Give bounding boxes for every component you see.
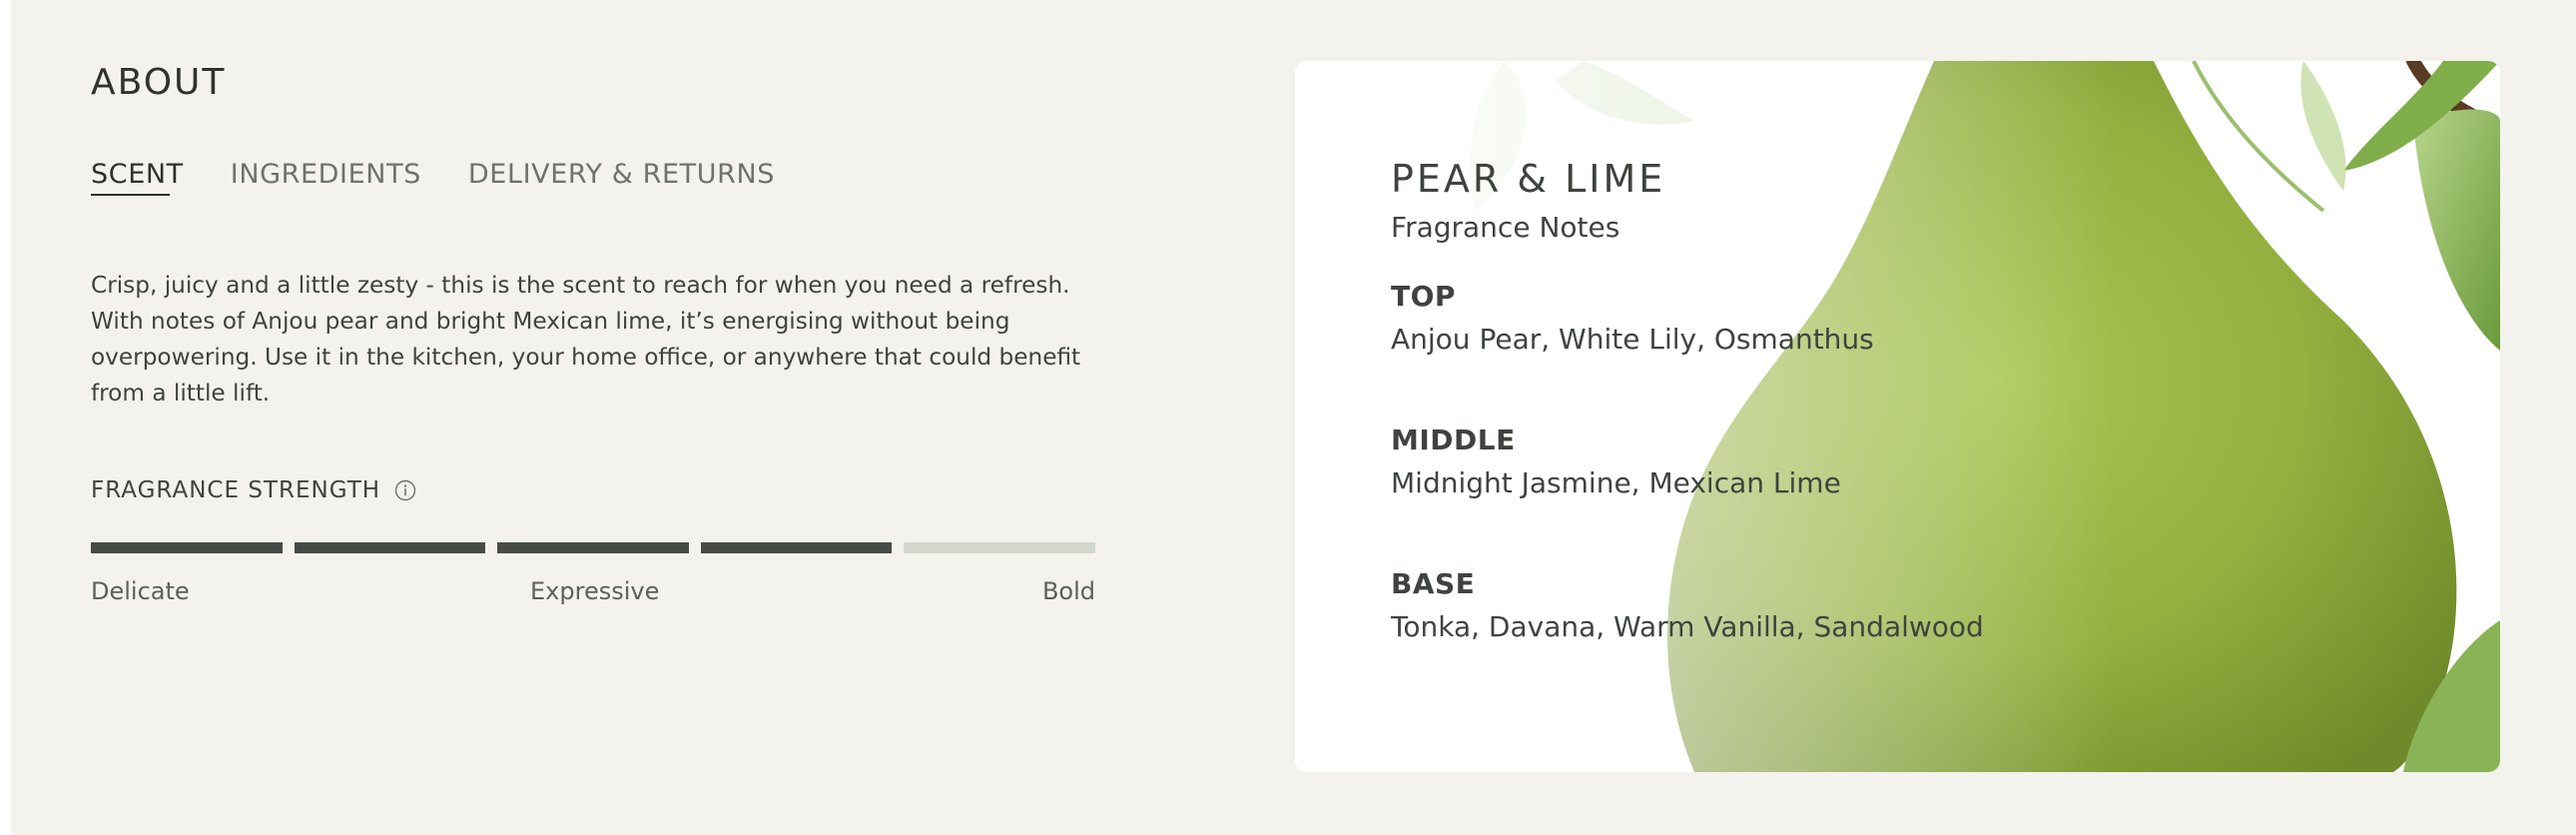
tab-label: DELIVERY & RETURNS: [467, 159, 776, 190]
strength-meter: [91, 542, 1095, 553]
scale-label-bold: Bold: [1041, 577, 1095, 605]
strength-segment: [497, 542, 689, 553]
info-circle-icon[interactable]: [394, 479, 416, 501]
note-value: Anjou Pear, White Lily, Osmanthus: [1391, 323, 1874, 356]
strength-segment: [904, 542, 1095, 553]
fragrance-strength-header: FRAGRANCE STRENGTH: [91, 477, 416, 503]
active-tab-underline: [91, 194, 170, 196]
note-middle: MIDDLE Midnight Jasmine, Mexican Lime: [1391, 423, 1984, 499]
notes-content: PEAR & LIME Fragrance Notes TOP Anjou Pe…: [1391, 157, 1984, 643]
note-heading: TOP: [1391, 280, 1456, 313]
tab-bar: SCENT INGREDIENTS DELIVERY & RETURNS: [91, 159, 822, 196]
note-heading: MIDDLE: [1391, 423, 1516, 456]
strength-segment: [294, 542, 486, 553]
note-value: Tonka, Davana, Warm Vanilla, Sandalwood: [1391, 610, 1984, 643]
section-title: ABOUT: [91, 62, 227, 103]
tab-ingredients[interactable]: INGREDIENTS: [231, 159, 421, 190]
scale-label-delicate: Delicate: [91, 577, 190, 605]
note-base: BASE Tonka, Davana, Warm Vanilla, Sandal…: [1391, 567, 1984, 643]
tab-label: INGREDIENTS: [230, 159, 421, 190]
fragrance-strength-label: FRAGRANCE STRENGTH: [91, 477, 381, 503]
note-top: TOP Anjou Pear, White Lily, Osmanthus: [1391, 280, 1984, 356]
fragrance-name: PEAR & LIME: [1391, 157, 1666, 201]
note-heading: BASE: [1391, 567, 1476, 600]
about-section: ABOUT SCENT INGREDIENTS DELIVERY & RETUR…: [11, 0, 2576, 835]
strength-segment: [700, 542, 893, 553]
strength-segment: [91, 542, 283, 553]
fragrance-notes-card: PEAR & LIME Fragrance Notes TOP Anjou Pe…: [1295, 61, 2500, 772]
tab-delivery-returns[interactable]: DELIVERY & RETURNS: [468, 159, 775, 190]
tab-label: SCENT: [91, 159, 184, 190]
note-value: Midnight Jasmine, Mexican Lime: [1391, 466, 1841, 499]
scent-description: Crisp, juicy and a little zesty - this i…: [91, 272, 1081, 407]
strength-scale-labels: Delicate Expressive Bold: [91, 577, 1095, 611]
scale-label-expressive: Expressive: [530, 577, 660, 605]
fragrance-notes-subtitle: Fragrance Notes: [1391, 211, 1620, 244]
tab-scent[interactable]: SCENT: [91, 159, 184, 196]
